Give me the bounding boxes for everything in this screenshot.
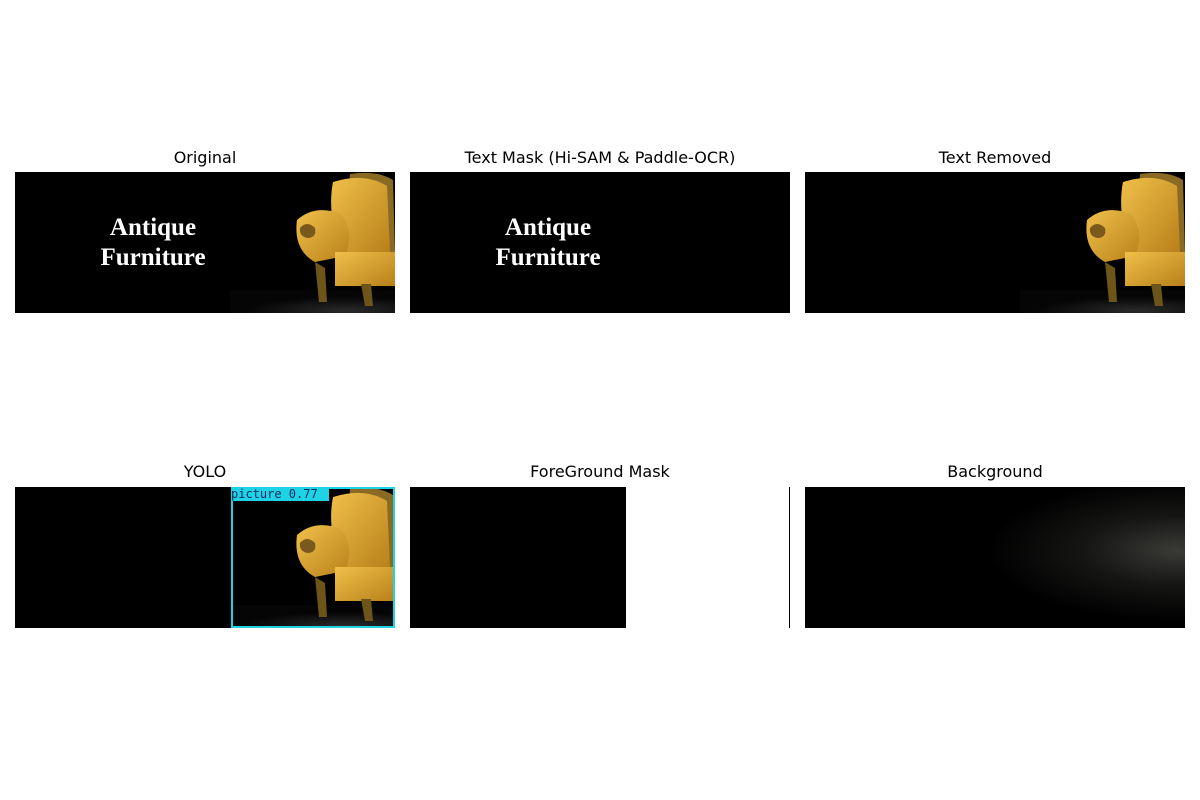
text-mask-canvas: Antique Furniture: [410, 172, 790, 313]
panel-title-text-removed: Text Removed: [938, 148, 1052, 167]
detection-label: picture 0.77: [231, 487, 318, 501]
panel-title-original: Original: [173, 148, 237, 167]
text-removed-image: [805, 172, 1185, 313]
foreground-mask-image: [410, 487, 790, 628]
original-title-line1: Antique: [110, 214, 196, 241]
panel-title-background: Background: [947, 462, 1043, 481]
original-image: Antique Furniture: [15, 172, 395, 313]
background-canvas: [805, 487, 1185, 628]
panel-title-foreground-mask: ForeGround Mask: [530, 462, 670, 481]
text-removed-canvas: [805, 172, 1185, 313]
original-image-canvas: Antique Furniture: [15, 172, 395, 313]
foreground-mask-canvas: [410, 487, 790, 628]
panel-title-yolo: YOLO: [183, 462, 227, 481]
foreground-mask-edge: [789, 487, 790, 628]
text-mask-line1: Antique: [505, 214, 591, 241]
text-mask-image: Antique Furniture: [410, 172, 790, 313]
text-mask-line2: Furniture: [495, 244, 600, 271]
yolo-image: picture 0.77: [15, 487, 395, 628]
original-title-line2: Furniture: [100, 244, 205, 271]
panel-title-text-mask: Text Mask (Hi-SAM & Paddle-OCR): [464, 148, 736, 167]
background-image: [805, 487, 1185, 628]
yolo-canvas: picture 0.77: [15, 487, 395, 628]
